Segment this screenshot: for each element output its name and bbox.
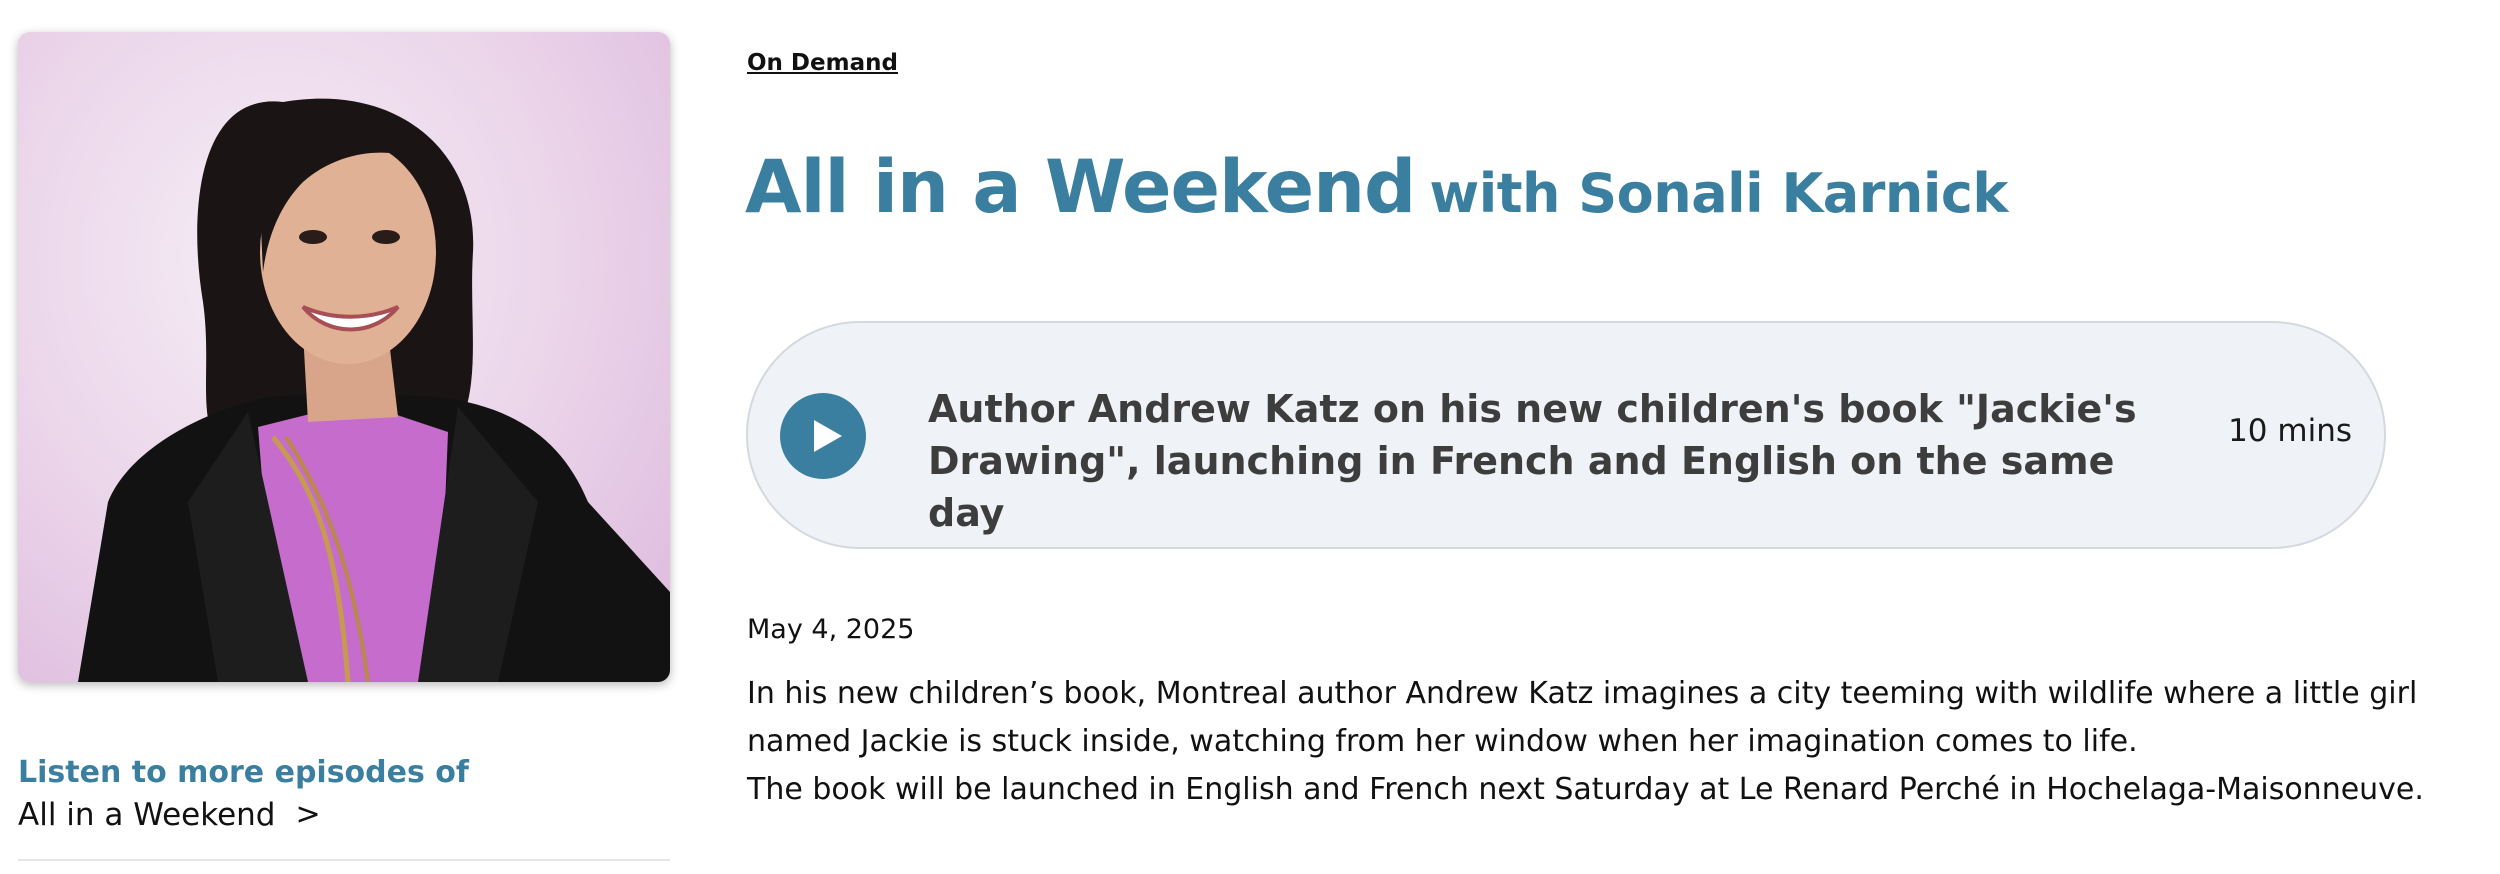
episode-date: May 4, 2025 [747, 614, 915, 645]
episode-duration: 10 mins [2228, 413, 2352, 449]
show-host-line: with Sonali Karnick [1429, 162, 2008, 225]
play-icon [814, 420, 842, 452]
more-episodes-section: Listen to more episodes of All in a Week… [18, 752, 670, 836]
page-title: All in a Weekend with Sonali Karnick [745, 138, 2008, 251]
more-episodes-heading: Listen to more episodes of [18, 755, 469, 790]
show-title: All in a Weekend [745, 145, 1416, 230]
play-button[interactable] [780, 393, 866, 479]
breadcrumb-on-demand[interactable]: On Demand [747, 50, 898, 76]
more-episodes-link-label: All in a Weekend [18, 797, 276, 833]
description-paragraph: In his new children’s book, Montreal aut… [747, 676, 2418, 759]
more-episodes-link[interactable]: All in a Weekend > [18, 794, 321, 836]
episode-player-card[interactable]: Author Andrew Katz on his new children's… [746, 321, 2386, 549]
episode-title: Author Andrew Katz on his new children's… [928, 387, 2137, 535]
episode-description: In his new children’s book, Montreal aut… [747, 670, 2487, 814]
sidebar-divider [18, 859, 670, 861]
host-portrait-image [78, 98, 670, 682]
host-photo [18, 32, 670, 682]
chevron-right-icon: > [295, 797, 321, 832]
description-paragraph: The book will be launched in English and… [747, 772, 2424, 807]
